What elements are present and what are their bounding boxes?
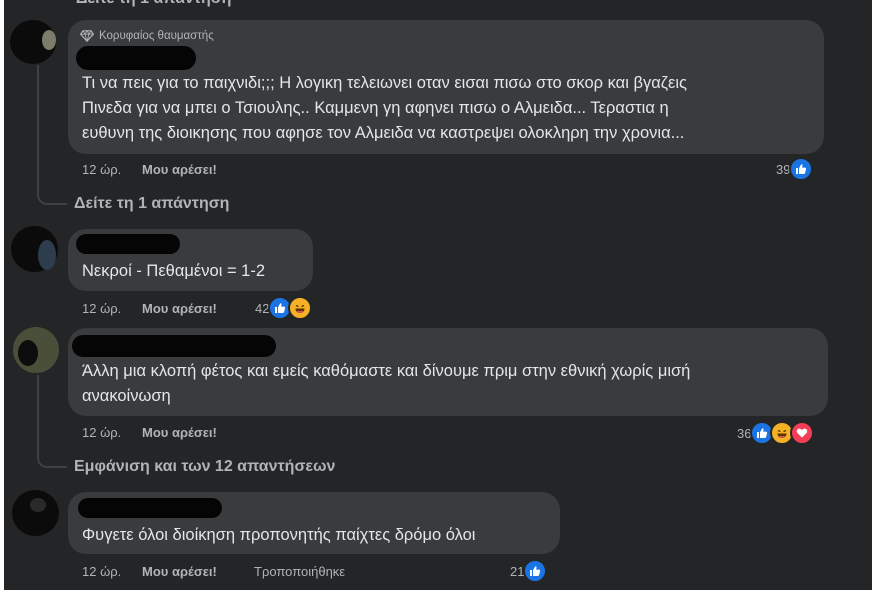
avatar[interactable] <box>12 490 59 536</box>
diamond-icon <box>80 30 94 42</box>
comment-text-line: Πινεδα για να μπει ο Τσιουλης.. Καμμενη … <box>82 99 669 117</box>
thread-line <box>37 65 39 191</box>
reaction-count: 21 <box>510 563 525 579</box>
reaction-count: 39 <box>776 161 791 177</box>
reactions-summary[interactable]: 39 <box>776 157 814 181</box>
avatar-detail <box>38 240 56 270</box>
view-replies-link[interactable]: Δείτε τη 1 απάντηση <box>74 195 229 213</box>
comment-text-line: Τι να πεις για το παιχνιδι;;; Η λογικη τ… <box>82 74 687 92</box>
avatar-detail <box>18 340 38 366</box>
reactions-summary[interactable]: 36 <box>737 421 815 445</box>
badge-label: Κορυφαίος θαυμαστής <box>99 30 214 42</box>
comment-text-line: ευθυνη της διοικησης που αφησε τον Αλμει… <box>82 124 685 142</box>
haha-icon <box>288 296 313 320</box>
thread-line <box>37 375 39 457</box>
comments-panel: Δείτε τη 1 απάντηση Κορυφαίος θαυμαστής … <box>4 0 872 590</box>
comment-text-line: Άλλη μια κλοπή φέτος και εμείς καθόμαστε… <box>82 362 691 380</box>
edited-label[interactable]: Τροποποιήθηκε <box>254 564 345 579</box>
love-icon <box>790 421 815 445</box>
comment-timestamp[interactable]: 12 ώρ. <box>82 564 121 579</box>
like-icon <box>789 157 814 181</box>
redacted-author-name <box>76 234 180 254</box>
reactions-summary[interactable]: 42 <box>255 296 313 320</box>
reaction-count: 36 <box>737 425 752 441</box>
thread-curve <box>37 451 67 468</box>
like-button[interactable]: Μου αρέσει! <box>142 162 217 177</box>
like-button[interactable]: Μου αρέσει! <box>142 564 217 579</box>
comment-timestamp[interactable]: 12 ώρ. <box>82 162 121 177</box>
like-button[interactable]: Μου αρέσει! <box>142 425 217 440</box>
reactions-summary[interactable]: 21 <box>510 559 548 583</box>
reaction-count: 42 <box>255 300 270 316</box>
like-button[interactable]: Μου αρέσει! <box>142 301 217 316</box>
thread-curve <box>37 185 67 205</box>
avatar-detail <box>30 498 46 512</box>
top-fan-badge: Κορυφαίος θαυμαστής <box>80 30 214 42</box>
comment-text-line: ανακοίνωση <box>82 387 171 405</box>
like-icon <box>523 559 548 583</box>
avatar-detail <box>42 30 56 50</box>
redacted-author-name <box>76 46 196 70</box>
redacted-author-name <box>78 498 222 518</box>
comment-text-line: Φυγετε όλοι διοίκηση προπονητής παίχτες … <box>82 526 476 544</box>
comment-timestamp[interactable]: 12 ώρ. <box>82 301 121 316</box>
comment-text-line: Νεκροί - Πεθαμένοι = 1-2 <box>82 262 266 280</box>
view-more-replies-link[interactable]: Εμφάνιση και των 12 απαντήσεων <box>74 458 335 476</box>
cut-off-replies-link[interactable]: Δείτε τη 1 απάντηση <box>76 0 231 8</box>
comment-timestamp[interactable]: 12 ώρ. <box>82 425 121 440</box>
redacted-author-name <box>72 335 276 357</box>
